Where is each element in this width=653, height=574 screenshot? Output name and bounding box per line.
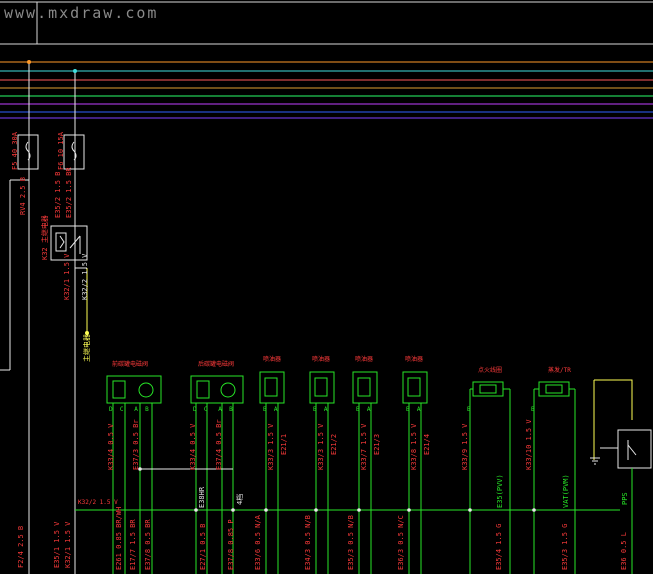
- component-title-7: 点火线圈: [478, 367, 503, 374]
- comp3-wire1: K33/3 1.5 V: [267, 423, 275, 470]
- bottom-label-5: E37/8 0.85 P: [227, 519, 235, 570]
- bottom-label-12: E36 0.5 L: [620, 532, 628, 570]
- fuse-right-wire-label-2: E35/2 1.5 BR: [65, 167, 73, 218]
- pin-labels-7: B: [467, 406, 471, 413]
- comp3-wire2: E21/1: [280, 433, 288, 455]
- bottom-label-6: E33/6 0.5 N/A: [254, 515, 262, 570]
- component-injector-3: [352, 371, 378, 574]
- comp6-wire1: K33/8 1.5 V: [410, 423, 418, 470]
- mid-label-right-b: VAT(PVM): [562, 474, 570, 508]
- mid-label-right-c: PPS: [621, 492, 629, 505]
- component-title-2: 后碳罐电磁阀: [198, 361, 235, 368]
- power-bus-lines: [0, 61, 653, 119]
- component-injector-2: [309, 371, 335, 574]
- bottom-label-4: E27/1 0.5 B: [199, 523, 207, 570]
- fuse-left: [17, 134, 39, 170]
- ground-symbol: [590, 457, 600, 465]
- component-switch-right: [593, 379, 652, 469]
- pin-labels-3: B A: [263, 406, 278, 413]
- relay-wire-a: K32/1 1.5 V: [63, 253, 71, 300]
- component-injector-4: [402, 371, 428, 574]
- comp4-wire1: K33/3 1.5 V: [317, 423, 325, 470]
- pin-labels-5: B A: [356, 406, 371, 413]
- component-title-5: 喷油器: [355, 356, 374, 363]
- mid-label-g4: 4档: [236, 493, 244, 505]
- component-title-8: 蒸发/TR: [548, 367, 571, 374]
- component-ignition-coil-1: [469, 381, 511, 574]
- bottom-label-11: E35/3 1.5 G: [561, 523, 569, 570]
- left-bottom-label-1: F2/4 2.5 B: [17, 525, 25, 568]
- comp2-wire2: E37/4 0.5 Br: [215, 419, 223, 470]
- left-bottom-label-2: E35/1 1.5 V: [53, 521, 61, 568]
- wiring-diagram-canvas[interactable]: [0, 0, 653, 574]
- mid-label-bhr: E38HR: [198, 486, 206, 508]
- fuse-right-wire-label: E35/2 1.5 B: [54, 171, 62, 218]
- pin-labels-8: B: [531, 406, 535, 413]
- fuse-left-label: F5 40 30A: [11, 132, 19, 170]
- fuse-left-wire-label: RV4 2.5 B: [19, 177, 27, 215]
- mid-label-right-a: E35(PVV): [496, 474, 504, 508]
- comp2-wire1: K33/4 0.5 V: [189, 423, 197, 470]
- mid-label-k32: K32/2 1.5 V: [78, 499, 118, 506]
- comp6-wire2: E21/4: [423, 433, 431, 455]
- component-title-3: 喷油器: [263, 356, 282, 363]
- comp4-wire2: E21/2: [330, 433, 338, 455]
- pin-labels-1: D C A B: [109, 406, 149, 413]
- bottom-label-1: E261 0.85 BR/WH: [115, 506, 123, 570]
- component-title-4: 喷油器: [312, 356, 331, 363]
- comp5-wire2: E21/3: [373, 433, 381, 455]
- bottom-label-3: E37/8 0.5 BR: [144, 519, 152, 570]
- component-injector-1: [259, 371, 285, 574]
- comp7-wire1: K33/9 1.5 V: [461, 423, 469, 470]
- comp1-wire2: E37/3 0.5 Br: [132, 419, 140, 470]
- component-title-1: 前碳罐电磁阀: [112, 361, 149, 368]
- pin-labels-4: B A: [313, 406, 328, 413]
- relay-label: K32 主继电器: [41, 215, 49, 260]
- comp8-wire1: K33/10 1.5 V: [525, 419, 533, 470]
- left-bottom-label-3: K32/1 1.5 V: [64, 521, 72, 568]
- bottom-label-9: E36/3 0.5 N/C: [397, 515, 405, 570]
- fuse-right: [63, 134, 85, 170]
- bottom-label-2: E17/7 1.5 BR: [129, 519, 137, 570]
- comp5-wire1: K33/7 1.5 V: [360, 423, 368, 470]
- relay-wire-b: K32/2 1.5 V: [81, 253, 89, 300]
- bottom-label-8: E35/3 0.5 N/B: [347, 515, 355, 570]
- relay-note: 主继电器: [83, 334, 91, 362]
- pin-labels-2: D C A B: [193, 406, 233, 413]
- component-title-6: 喷油器: [405, 356, 424, 363]
- pin-labels-6: B A: [406, 406, 421, 413]
- fuse-right-label: F6 10 15A: [57, 132, 65, 170]
- bottom-label-7: E34/3 0.5 N/B: [304, 515, 312, 570]
- comp1-wire1: K33/4 0.5 V: [107, 423, 115, 470]
- bottom-label-10: E35/4 1.5 G: [495, 523, 503, 570]
